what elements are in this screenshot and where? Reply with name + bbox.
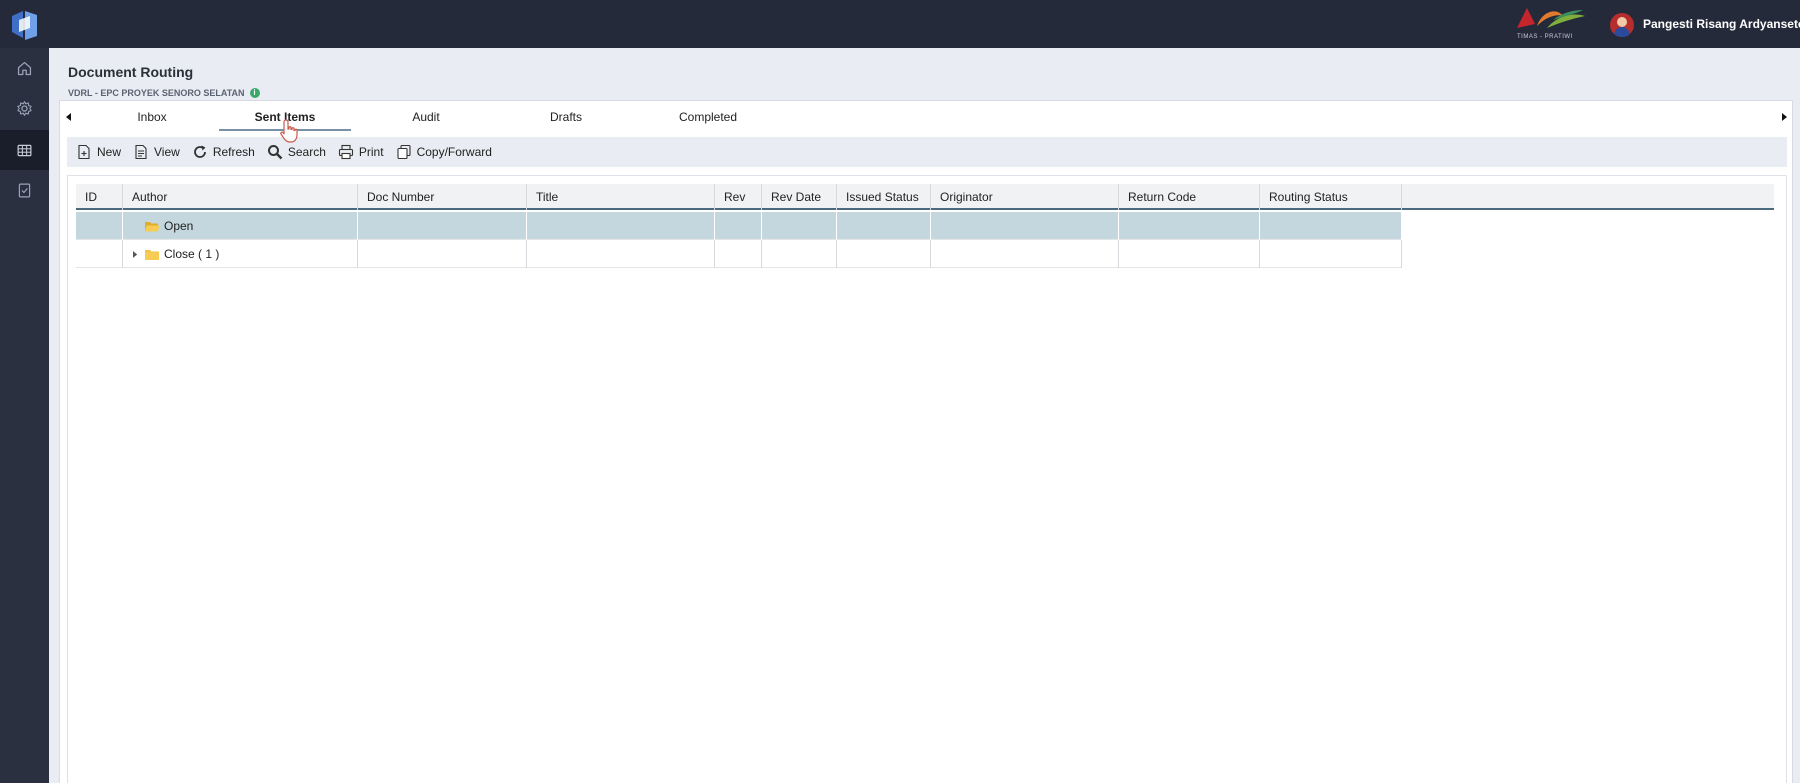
document-check-icon <box>18 183 31 197</box>
column-header-doc-number[interactable]: Doc Number <box>358 184 527 210</box>
column-header-author[interactable]: Author <box>123 184 358 210</box>
column-header-originator[interactable]: Originator <box>931 184 1119 210</box>
refresh-icon <box>193 145 206 158</box>
cell-author[interactable]: Open <box>123 212 358 240</box>
print-label: Print <box>358 145 384 159</box>
content-panel: Inbox Sent Items Audit Drafts Completed … <box>59 100 1793 783</box>
cell-originator <box>931 212 1119 240</box>
hand-cursor-icon <box>280 119 298 143</box>
brand-text: TIMAS - PRATIWI <box>1517 34 1573 40</box>
view-button[interactable]: View <box>133 144 180 160</box>
tab-completed[interactable]: Completed <box>638 101 778 133</box>
user-name[interactable]: Pangesti Risang Ardyanseto <box>1643 17 1800 31</box>
folder-icon <box>145 249 159 260</box>
cell-title <box>527 212 715 240</box>
tab-scroll-left-icon[interactable] <box>64 111 74 123</box>
search-button[interactable]: Search <box>267 144 326 160</box>
cell-id <box>76 240 123 268</box>
table-row[interactable]: Close ( 1 ) <box>76 240 1402 268</box>
tab-inbox[interactable]: Inbox <box>82 101 222 133</box>
main-panel: Document Routing VDRL - EPC PROYEK SENOR… <box>49 48 1800 783</box>
new-label: New <box>97 145 122 159</box>
cell-doc-number <box>358 212 527 240</box>
cell-doc-number <box>358 240 527 268</box>
cell-rev-date <box>762 212 837 240</box>
table-row[interactable]: Open <box>76 212 1402 240</box>
document-grid: ID Author Doc Number Title Rev Rev Date … <box>67 175 1787 783</box>
grid-header: ID Author Doc Number Title Rev Rev Date … <box>76 184 1774 210</box>
column-header-title[interactable]: Title <box>527 184 715 210</box>
sidebar-item-routing[interactable] <box>0 130 49 170</box>
view-label: View <box>154 145 180 159</box>
view-document-icon <box>135 144 147 160</box>
cell-rev-date <box>762 240 837 268</box>
tab-scroll-right-icon[interactable] <box>1780 111 1790 123</box>
cell-author[interactable]: Close ( 1 ) <box>123 240 358 268</box>
tab-audit[interactable]: Audit <box>356 101 496 133</box>
cell-return-code <box>1119 240 1260 268</box>
expand-arrow-icon[interactable] <box>131 250 139 259</box>
cell-return-code <box>1119 212 1260 240</box>
toolbar: New View Refresh Search Print Copy/Forwa… <box>67 137 1787 167</box>
gear-icon <box>17 100 32 116</box>
sidebar-item-documents[interactable] <box>0 170 49 210</box>
new-button[interactable]: New <box>76 144 121 160</box>
project-name: VDRL - EPC PROYEK SENORO SELATAN <box>68 88 245 98</box>
sidebar-item-settings[interactable] <box>0 88 49 128</box>
cell-id <box>76 212 123 240</box>
page-title: Document Routing <box>68 64 194 80</box>
copy-forward-label: Copy/Forward <box>416 145 492 159</box>
grid-icon <box>17 144 32 156</box>
cell-routing-status <box>1260 240 1402 268</box>
info-icon[interactable]: i <box>249 88 260 98</box>
print-button[interactable]: Print <box>338 144 384 160</box>
cell-issued-status <box>837 212 931 240</box>
cell-originator <box>931 240 1119 268</box>
refresh-label: Refresh <box>212 145 255 159</box>
group-label-open: Open <box>164 219 194 233</box>
copy-icon <box>397 144 411 160</box>
column-header-rev-date[interactable]: Rev Date <box>762 184 837 210</box>
cell-routing-status <box>1260 212 1402 240</box>
cell-title <box>527 240 715 268</box>
open-folder-icon <box>145 221 160 231</box>
home-icon <box>17 61 32 75</box>
copy-forward-button[interactable]: Copy/Forward <box>396 144 492 160</box>
refresh-button[interactable]: Refresh <box>192 144 255 160</box>
new-document-icon <box>78 144 90 160</box>
top-bar: TIMAS - PRATIWI Pangesti Risang Ardyanse… <box>0 0 1800 48</box>
left-sidebar <box>0 48 49 783</box>
column-header-routing-status[interactable]: Routing Status <box>1260 184 1402 210</box>
tab-drafts[interactable]: Drafts <box>496 101 636 133</box>
print-icon <box>338 144 353 160</box>
cell-rev <box>715 240 762 268</box>
column-header-issued-status[interactable]: Issued Status <box>837 184 931 210</box>
sidebar-item-home[interactable] <box>0 48 49 88</box>
company-logo: TIMAS - PRATIWI <box>1513 6 1589 44</box>
app-logo-icon[interactable] <box>10 8 40 42</box>
column-header-return-code[interactable]: Return Code <box>1119 184 1260 210</box>
search-label: Search <box>287 145 326 159</box>
tab-bar: Inbox Sent Items Audit Drafts Completed <box>60 101 1794 133</box>
user-avatar[interactable] <box>1610 13 1634 37</box>
search-icon <box>267 145 283 160</box>
column-header-rev[interactable]: Rev <box>715 184 762 210</box>
cell-rev <box>715 212 762 240</box>
column-header-id[interactable]: ID <box>76 184 123 210</box>
page-subtitle: VDRL - EPC PROYEK SENORO SELATAN i <box>68 88 260 98</box>
group-label-close: Close ( 1 ) <box>164 247 220 261</box>
cell-issued-status <box>837 240 931 268</box>
